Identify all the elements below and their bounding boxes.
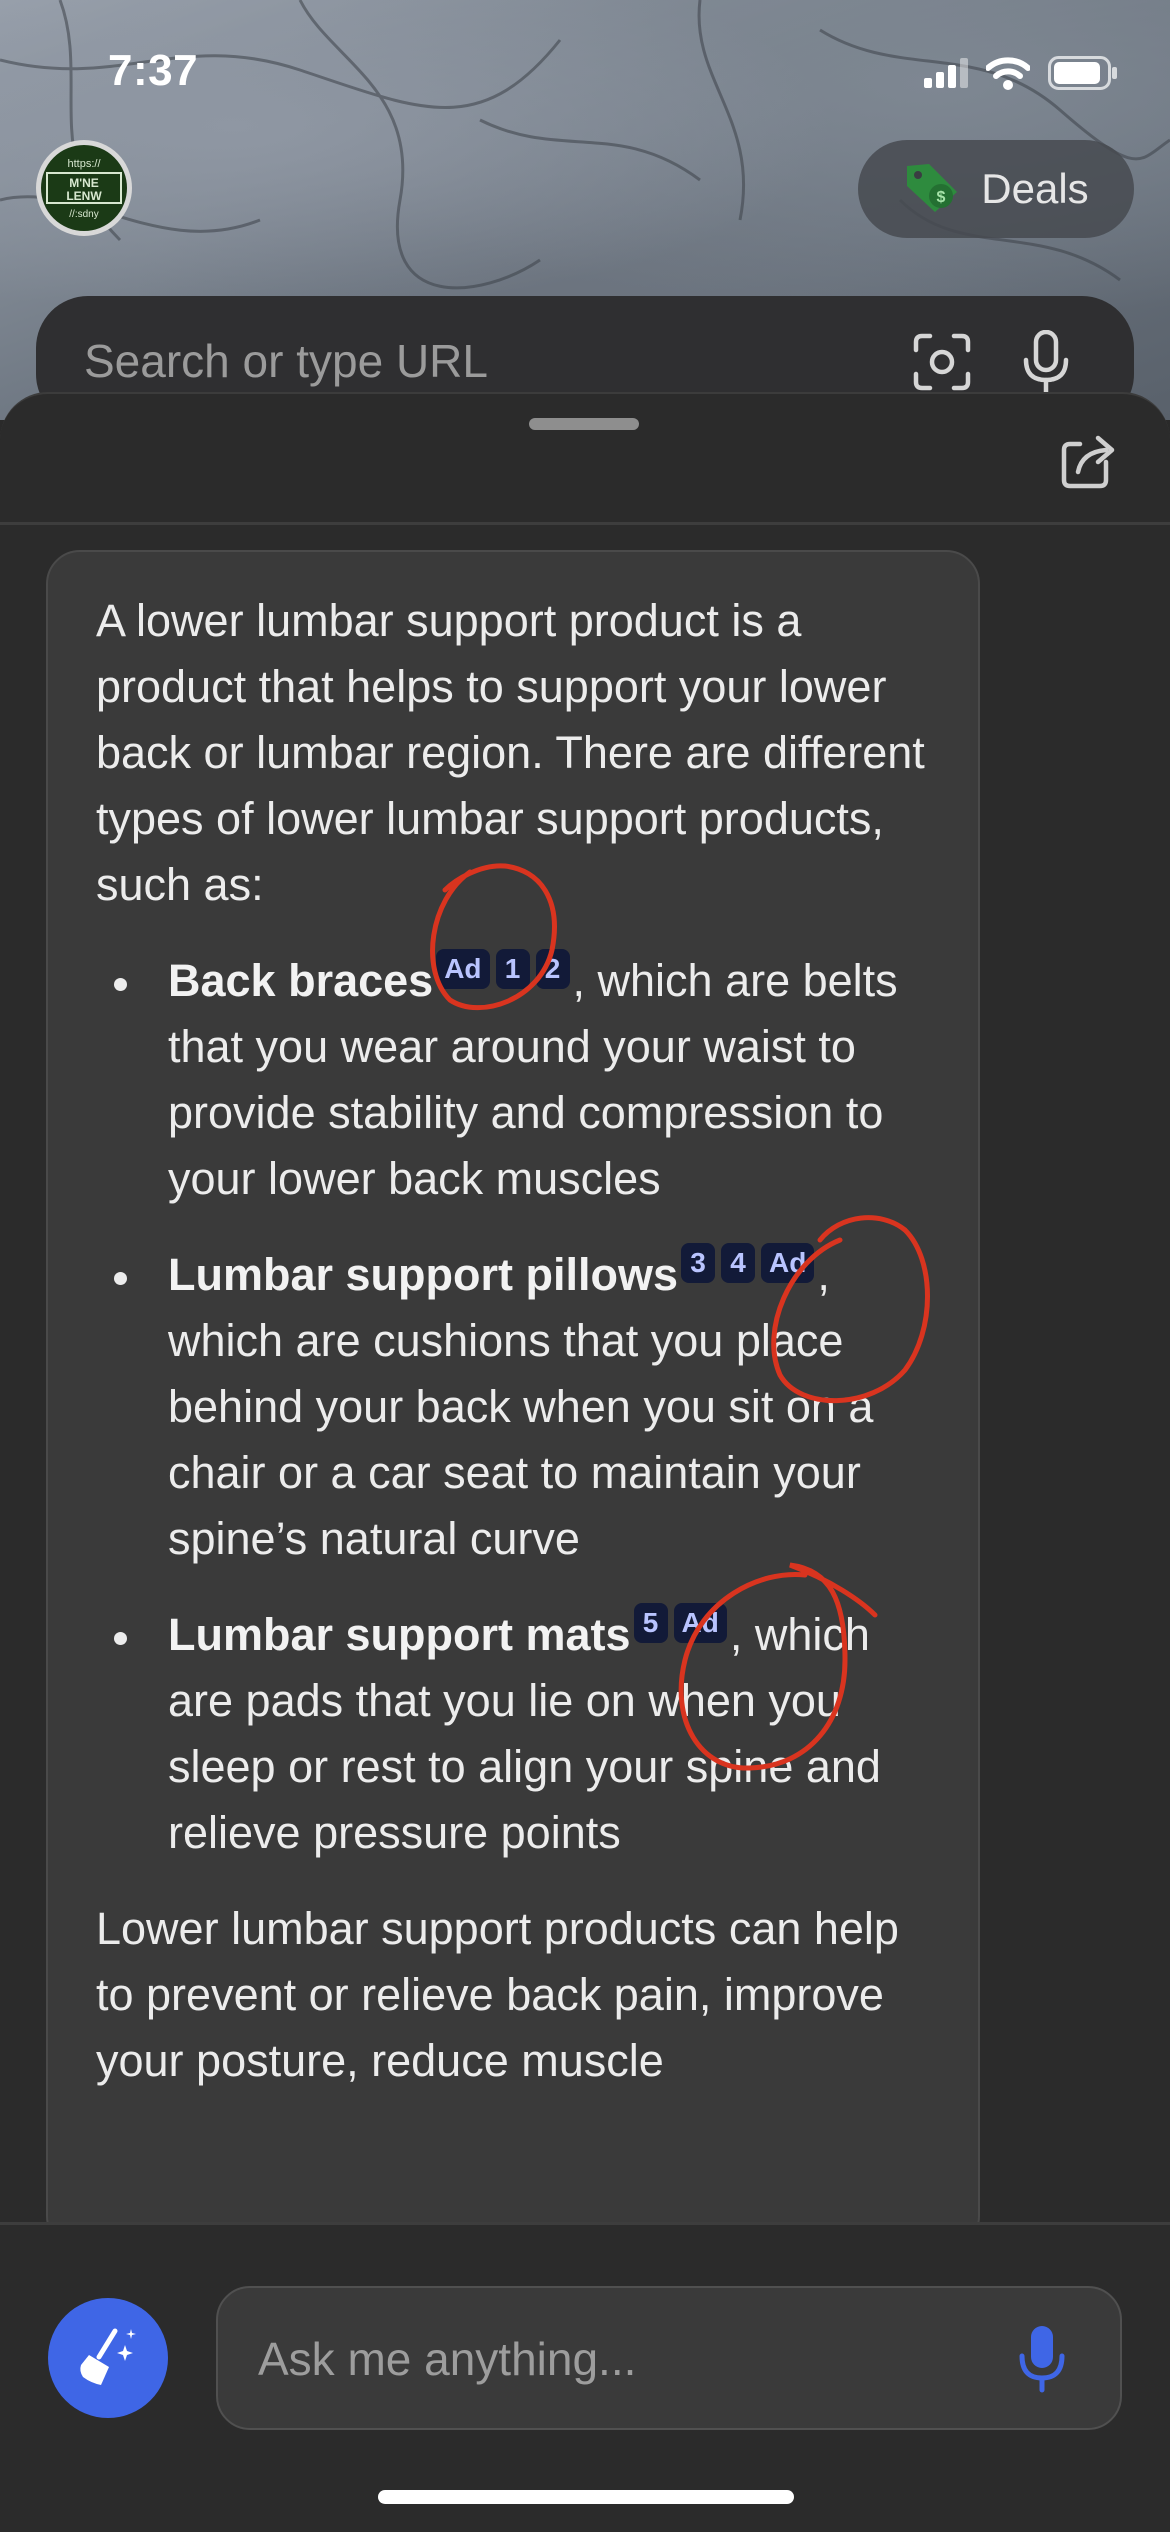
answer-outro: Lower lumbar support products can help t… (96, 1903, 899, 2086)
citation-badge[interactable]: 5 (633, 1603, 668, 1643)
answer-list: Back braces Ad 1 2, which are belts that yo… (96, 948, 930, 1866)
citation-badge[interactable]: 1 (495, 949, 530, 989)
sheet-grabber[interactable] (529, 418, 639, 430)
wifi-icon (985, 56, 1031, 95)
answer-bubble: A lower lumbar support product is a prod… (46, 550, 980, 2250)
citation-badge[interactable]: 4 (721, 1243, 756, 1283)
broom-sparkle-icon (75, 2323, 141, 2394)
price-tag-icon: $ (903, 160, 961, 219)
item-title: Back braces (168, 955, 434, 1006)
chat-sheet: A lower lumbar support product is a prod… (0, 392, 1170, 2532)
signal-icon (924, 58, 968, 93)
profile-avatar[interactable]: https:// M'NE LENW //:sdny (36, 140, 132, 236)
ask-input-box[interactable]: Ask me anything... (216, 2286, 1122, 2430)
citation-badge[interactable]: Ad (436, 949, 490, 989)
deals-label: Deals (981, 165, 1089, 212)
list-item: Back braces Ad 1 2, which are belts that yo… (96, 948, 930, 1212)
scan-icon[interactable] (912, 332, 972, 397)
citation-badge[interactable]: Ad (673, 1603, 727, 1643)
avatar-line-1: https:// (67, 158, 101, 170)
avatar-line-2: M'NE (69, 176, 99, 190)
citation-badge[interactable]: 3 (681, 1243, 716, 1283)
deals-button[interactable]: $ Deals (858, 140, 1134, 238)
item-title: Lumbar support pillows (168, 1249, 679, 1300)
avatar-line-4: //:sdny (69, 209, 98, 220)
avatar-line-3: LENW (66, 189, 102, 203)
sheet-divider (0, 522, 1170, 525)
search-input[interactable]: Search or type URL (84, 334, 488, 388)
list-item: Lumbar support pillows 3 4 Ad, which are cu… (96, 1242, 930, 1572)
ask-input[interactable]: Ask me anything... (258, 2332, 636, 2386)
battery-icon (1048, 56, 1118, 95)
answer-intro: A lower lumbar support product is a prod… (96, 595, 925, 910)
home-indicator[interactable] (378, 2490, 794, 2504)
share-icon[interactable] (1060, 432, 1122, 495)
status-icons (924, 56, 1118, 95)
svg-text:$: $ (937, 189, 946, 206)
item-title: Lumbar support mats (168, 1609, 631, 1660)
status-time: 7:37 (108, 46, 199, 95)
citation-badge[interactable]: Ad (761, 1243, 815, 1283)
list-item: Lumbar support mats 5 Ad, which are pads t… (96, 1602, 930, 1866)
microphone-icon[interactable] (1022, 329, 1070, 399)
microphone-icon[interactable] (1018, 2324, 1066, 2399)
citation-badge[interactable]: 2 (535, 949, 570, 989)
new-topic-button[interactable] (48, 2298, 168, 2418)
